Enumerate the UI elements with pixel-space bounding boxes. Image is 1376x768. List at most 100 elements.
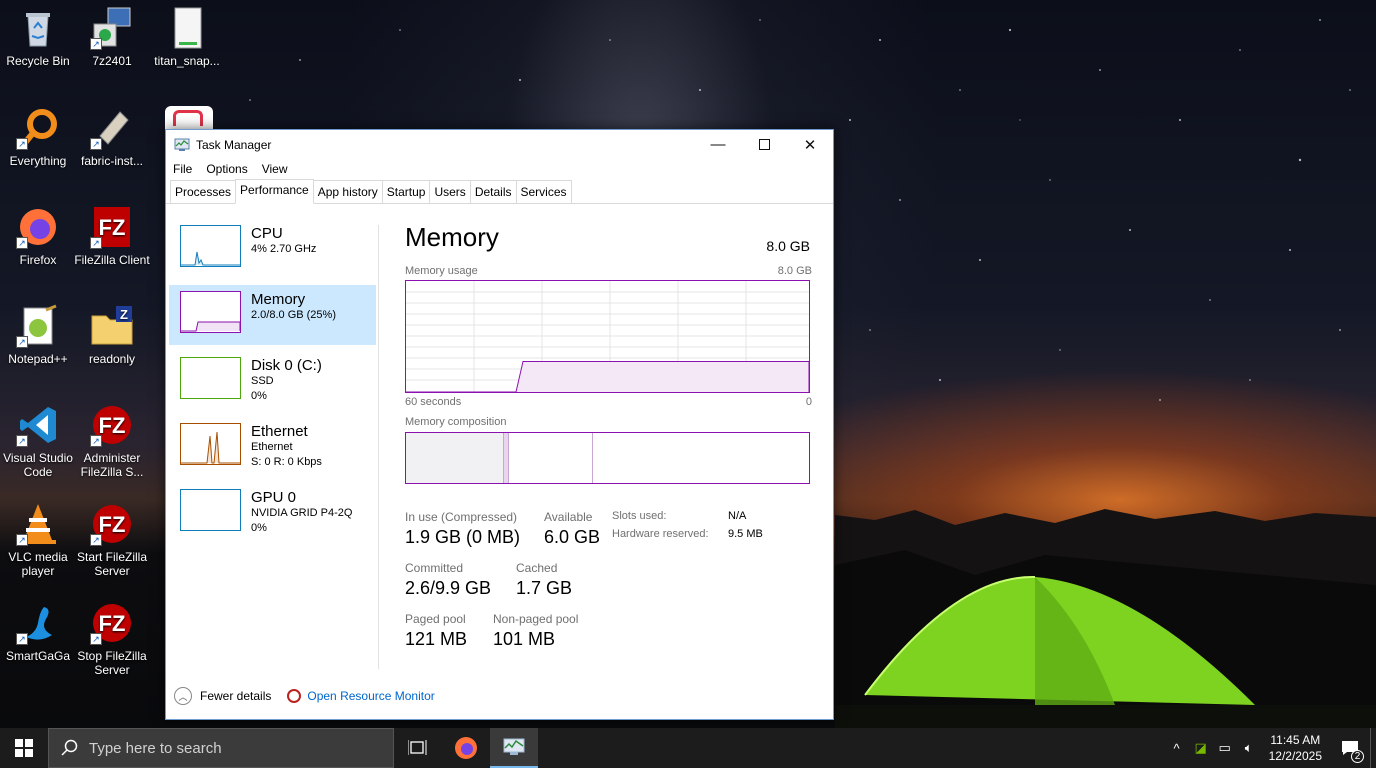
menu-options[interactable]: Options [206,162,253,176]
ethernet-mini-graph [180,423,241,465]
desktop-icon-recycle-bin[interactable]: Recycle Bin [0,6,76,68]
shortcut-arrow-icon: ↗ [90,534,102,546]
jar-file-icon: ↗ [90,106,134,150]
tab-bar: Processes Performance App history Startu… [166,179,833,204]
desktop-icon-smartgaga[interactable]: ↗ SmartGaGa [0,601,76,663]
task-view-button[interactable] [394,728,442,768]
desktop-icon-label: titan_snap... [154,54,220,68]
vscode-icon: ↗ [16,403,60,447]
tab-startup[interactable]: Startup [381,180,431,203]
desktop-icon-label: 7z2401 [92,54,132,68]
shortcut-arrow-icon: ↗ [90,237,102,249]
axis-left-label: 60 seconds [405,396,462,408]
sidebar-item-gpu[interactable]: GPU 0 NVIDIA GRID P4-2Q 0% [169,483,376,543]
desktop-icon-firefox[interactable]: ↗ Firefox [0,205,76,267]
desktop-icon-vscode[interactable]: ↗ Visual Studio Code [0,403,76,479]
window-footer: ︿ Fewer details Open Resource Monitor [174,687,435,705]
desktop-icon-label: Administer FileZilla S... [80,451,144,479]
sidebar-item-label: GPU 0 [251,489,297,506]
sidebar-item-label: Disk 0 (C:) [251,357,322,374]
desktop-icon-label: Stop FileZilla Server [77,649,147,677]
desktop-icon-filezilla-client[interactable]: FZ ↗ FileZilla Client [74,205,150,267]
sidebar-item-detail: Ethernet [251,441,293,453]
desktop-icon-administer-filezilla[interactable]: FZ ↗ Administer FileZilla S... [74,403,150,479]
file-icon [165,6,209,50]
desktop-icon-everything[interactable]: ↗ Everything [0,106,76,168]
maximize-icon [758,139,770,150]
desktop-icon-7z2401[interactable]: ↗ 7z2401 [74,6,150,68]
hardware-reserved-label: Hardware reserved: [612,528,709,540]
clock[interactable]: 11:45 AM 12/2/2025 [1261,732,1330,764]
memory-mini-graph [180,291,241,333]
chevron-up-icon[interactable]: ^ [1165,741,1189,756]
desktop-icon-label: Start FileZilla Server [76,550,147,578]
in-use-value: 1.9 GB (0 MB) [405,527,521,547]
close-button[interactable]: ✕ [787,130,833,159]
fewer-details-link[interactable]: Fewer details [200,689,271,703]
menu-file[interactable]: File [173,162,198,176]
paged-pool-label: Paged pool [405,612,466,626]
search-icon [61,739,78,756]
taskbar-firefox[interactable] [442,728,490,768]
show-desktop-button[interactable] [1370,728,1376,768]
desktop-icon-label: VLC media player [8,550,68,578]
filezilla-icon: FZ ↗ [90,205,134,249]
minimize-icon: — [710,136,726,153]
desktop-icon-stop-filezilla-server[interactable]: FZ ↗ Stop FileZilla Server [74,601,150,677]
desktop-icon-label: Notepad++ [8,352,68,366]
desktop-icon-vlc[interactable]: ↗ VLC media player [0,502,76,578]
paged-pool-value: 121 MB [405,629,468,649]
sidebar-item-cpu[interactable]: CPU 4% 2.70 GHz [169,219,376,279]
volume-icon[interactable]: 🔈︎ [1237,740,1261,756]
memory-usage-max: 8.0 GB [777,265,812,277]
memory-panel: Memory 8.0 GB Memory usage 8.0 GB 60 sec… [405,222,812,649]
clock-date: 12/2/2025 [1268,749,1322,763]
sidebar-item-label: Ethernet [251,423,308,440]
desktop-icon-fabric-inst[interactable]: ↗ fabric-inst... [74,106,150,168]
nvidia-icon[interactable]: ◪ [1189,740,1213,756]
memory-usage-graph [405,280,810,393]
desktop-icon-notepadpp[interactable]: ↗ Notepad++ [0,304,76,366]
resource-monitor-icon [287,689,302,703]
filezilla-server-icon: FZ ↗ [90,502,134,546]
taskbar-task-manager[interactable] [490,728,538,768]
maximize-button[interactable] [741,130,787,159]
start-button[interactable] [0,728,48,768]
notification-center-button[interactable]: 2 [1330,728,1370,768]
folder-icon: Z [90,304,134,348]
tab-services[interactable]: Services [515,180,572,203]
desktop-icon-titan-snap[interactable]: titan_snap... [149,6,225,68]
sidebar-item-detail: S: 0 R: 0 Kbps [251,456,322,468]
non-paged-pool-label: Non-paged pool [493,612,579,626]
shortcut-arrow-icon: ↗ [90,633,102,645]
tab-processes[interactable]: Processes [170,180,237,203]
desktop-icon-start-filezilla-server[interactable]: FZ ↗ Start FileZilla Server [74,502,150,578]
sidebar-item-disk[interactable]: Disk 0 (C:) SSD 0% [169,351,376,411]
tab-users[interactable]: Users [429,180,471,203]
shortcut-arrow-icon: ↗ [90,38,102,50]
committed-label: Committed [405,561,464,575]
title-bar[interactable]: Task Manager — ✕ [166,130,833,159]
network-icon[interactable]: ▭ [1213,740,1237,756]
minimize-button[interactable]: — [695,130,741,159]
desktop-icon-label: readonly [88,352,136,366]
window-title: Task Manager [196,137,272,152]
task-manager-icon [503,738,525,755]
open-resource-monitor-link[interactable]: Open Resource Monitor [307,689,434,703]
task-view-icon [408,740,427,755]
tab-performance[interactable]: Performance [235,179,314,204]
menu-view[interactable]: View [262,162,294,176]
tab-app-history[interactable]: App history [312,180,383,203]
firefox-icon: ↗ [16,205,60,249]
non-paged-pool-value: 101 MB [493,629,556,649]
sidebar-item-memory[interactable]: Memory 2.0/8.0 GB (25%) [169,285,376,345]
hidden-app-icon [165,106,213,130]
shortcut-arrow-icon: ↗ [16,534,28,546]
sidebar-item-ethernet[interactable]: Ethernet Ethernet S: 0 R: 0 Kbps [169,417,376,477]
clock-time: 11:45 AM [1270,733,1321,747]
tab-details[interactable]: Details [469,180,517,203]
shortcut-arrow-icon: ↗ [16,435,28,447]
taskbar-search-box[interactable]: Type here to search [48,728,394,768]
task-manager-window: Task Manager — ✕ File Options View Proce… [165,129,834,720]
desktop-icon-readonly[interactable]: Z readonly [74,304,150,366]
